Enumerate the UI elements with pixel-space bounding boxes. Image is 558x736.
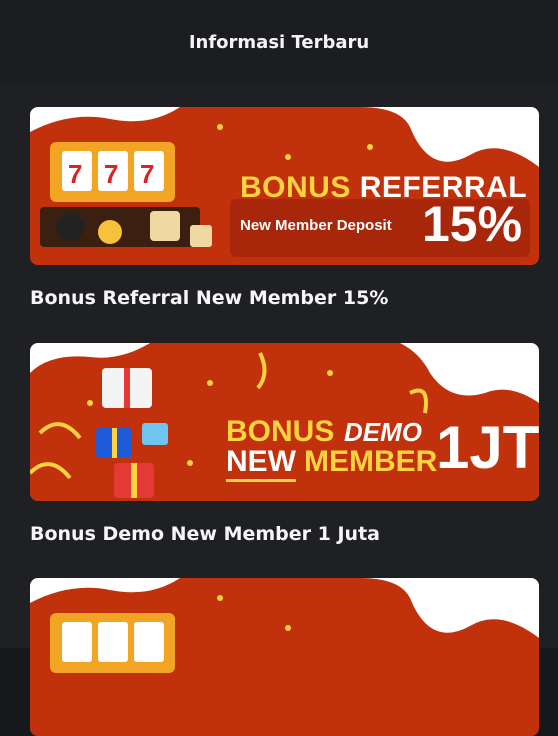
banner-referral-image[interactable]: 7 7 7 BONUS REFERRAL New Member Deposit … [30, 107, 539, 265]
banner-referral-text: BONUS REFERRAL New Member Deposit 15% [30, 107, 539, 265]
news-title[interactable]: Bonus Demo New Member 1 Juta [30, 517, 539, 551]
page-title: Informasi Terbaru [188, 31, 370, 53]
banner-partial-image[interactable] [30, 578, 539, 736]
banner-subline: New Member Deposit [240, 217, 392, 234]
banner-word-new: NEW [226, 445, 296, 478]
page-header: Informasi Terbaru [0, 0, 558, 84]
banner-partial-art [30, 578, 539, 736]
news-card-demo[interactable]: BONUS DEMO NEW MEMBER 1JT Bonus Demo New… [30, 343, 539, 551]
banner-word-bonus: BONUS [240, 171, 351, 204]
banner-demo-text: BONUS DEMO NEW MEMBER 1JT [30, 343, 539, 501]
banner-percent: 15% [422, 196, 523, 252]
banner-demo-image[interactable]: BONUS DEMO NEW MEMBER 1JT [30, 343, 539, 501]
banner-amount: 1JT [436, 414, 539, 481]
banner-word-bonus: BONUS [226, 415, 335, 448]
banner-underline [226, 479, 296, 482]
news-title[interactable]: Bonus Referral New Member 15% [30, 281, 539, 315]
banner-word-member: MEMBER [304, 445, 438, 478]
news-card-referral[interactable]: 7 7 7 BONUS REFERRAL New Member Deposit … [30, 107, 539, 315]
news-list[interactable]: 7 7 7 BONUS REFERRAL New Member Deposit … [0, 84, 558, 736]
news-card-partial[interactable] [30, 578, 539, 736]
banner-word-demo: DEMO [344, 417, 422, 447]
